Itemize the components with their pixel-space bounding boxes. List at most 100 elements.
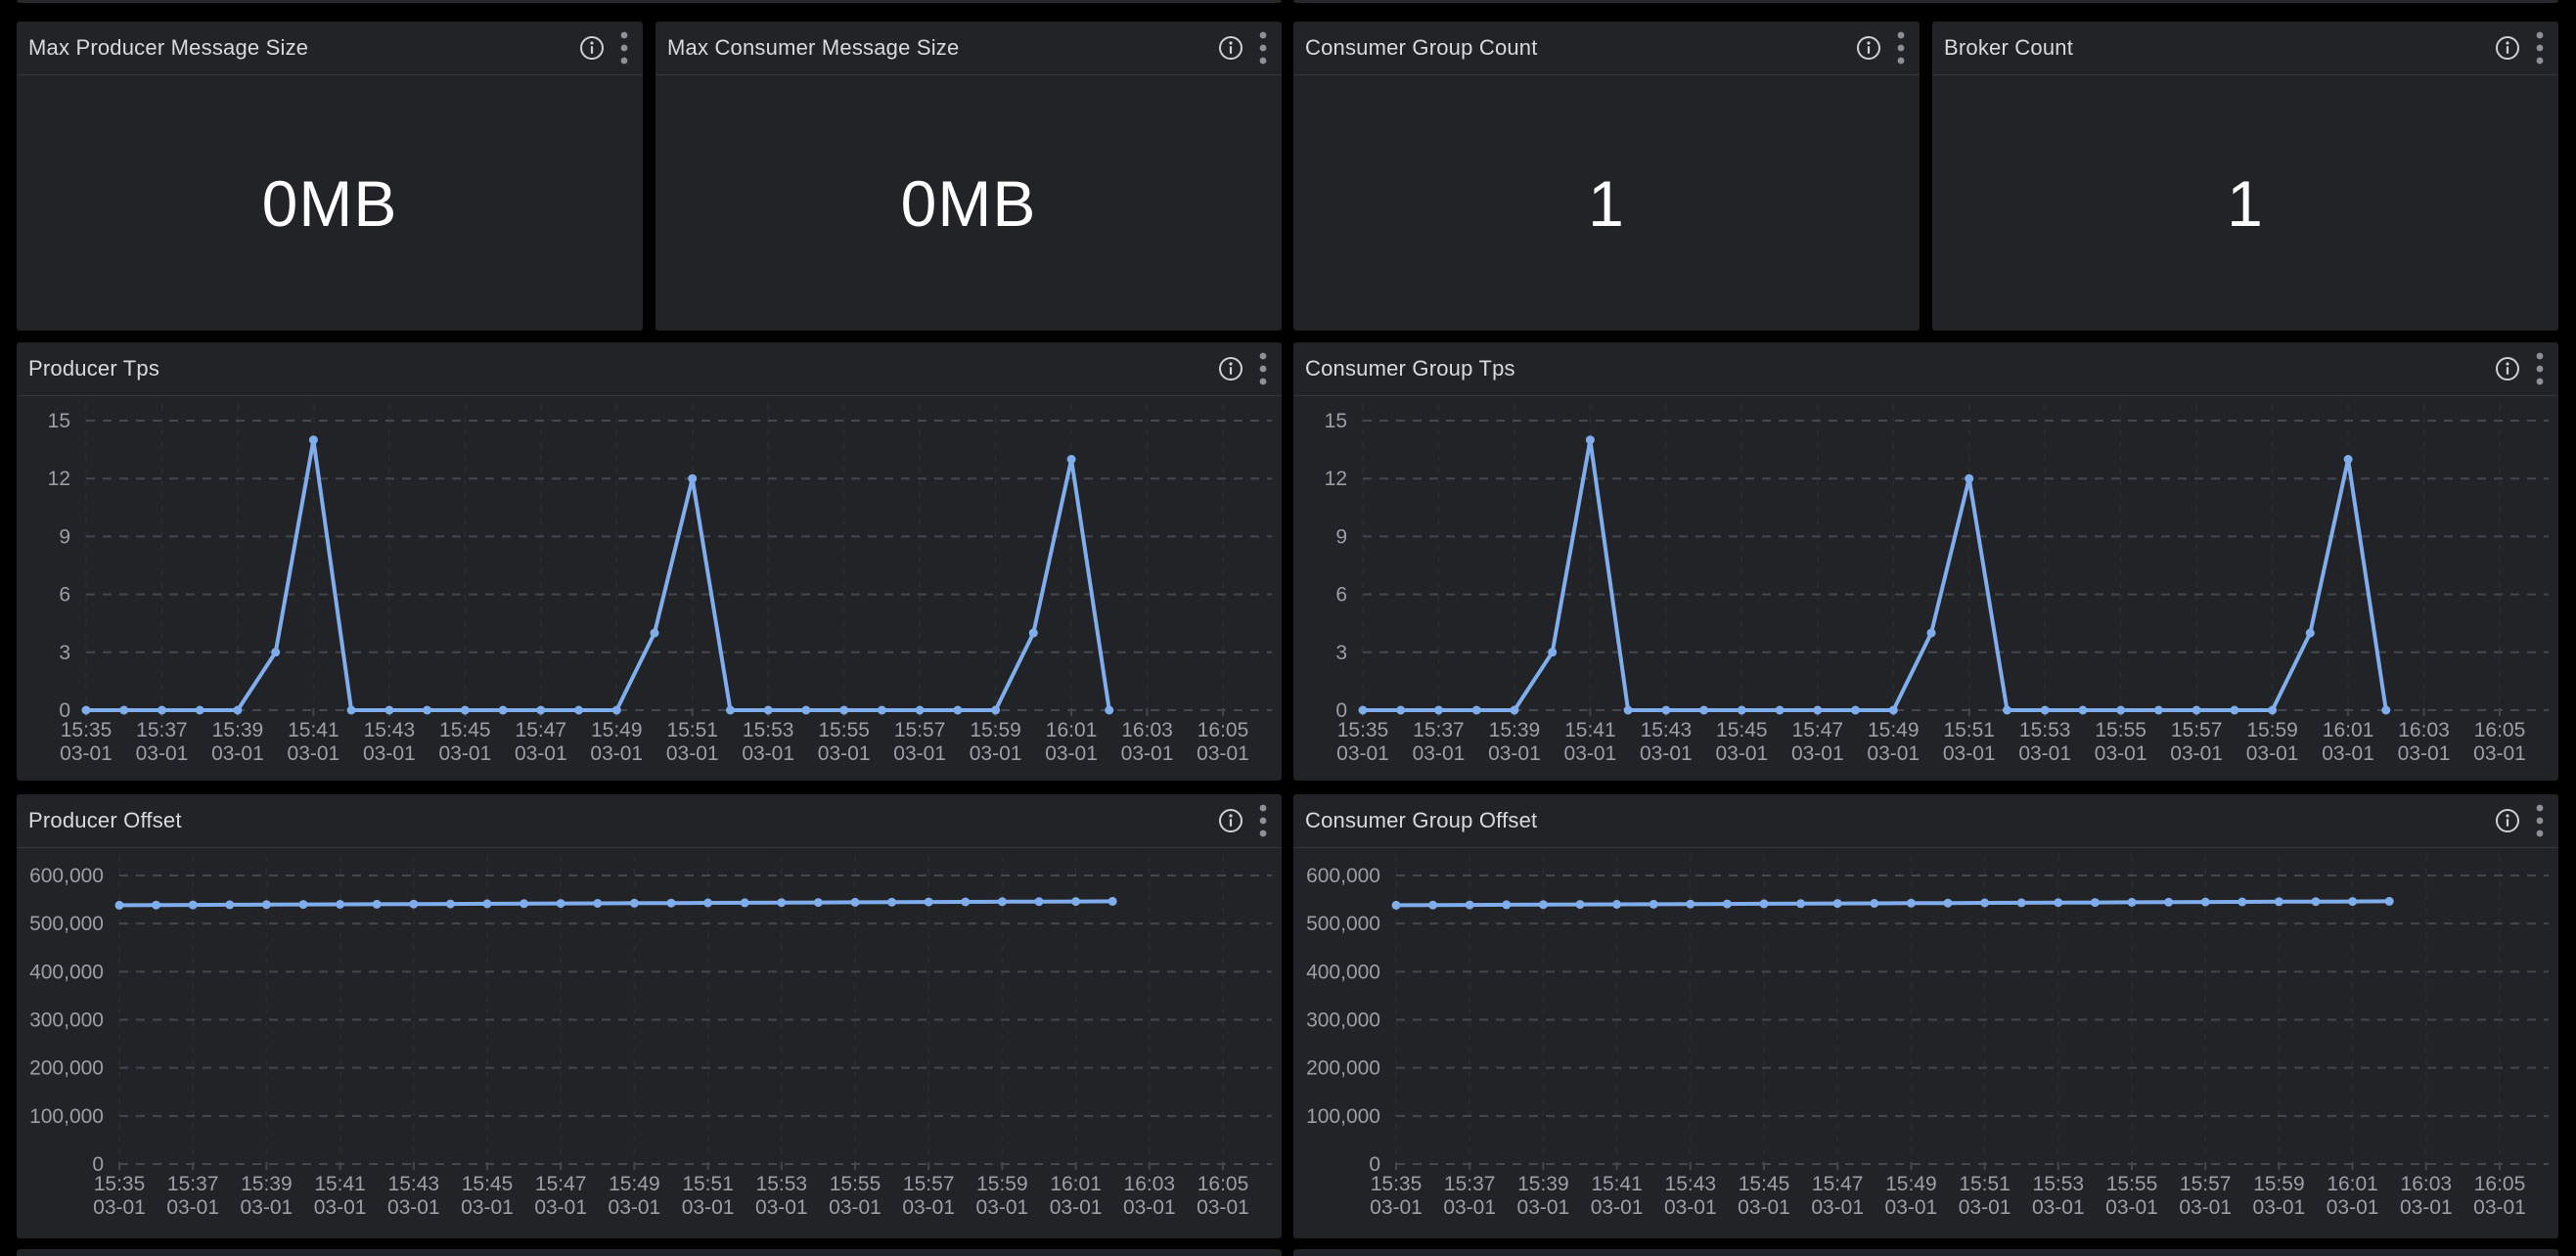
stat-value: 1 <box>2227 166 2264 241</box>
svg-text:9: 9 <box>59 525 70 548</box>
svg-text:03-01: 03-01 <box>2170 742 2223 765</box>
svg-text:16:03: 16:03 <box>1124 1173 1176 1195</box>
svg-text:03-01: 03-01 <box>387 1196 440 1219</box>
svg-text:12: 12 <box>1325 468 1347 490</box>
svg-text:15:45: 15:45 <box>1716 719 1768 741</box>
panel-header-actions <box>1856 30 1906 66</box>
kebab-menu-icon[interactable] <box>1258 351 1268 386</box>
svg-text:15:37: 15:37 <box>167 1173 219 1195</box>
svg-text:03-01: 03-01 <box>2179 1196 2232 1219</box>
svg-text:3: 3 <box>59 642 70 664</box>
svg-text:03-01: 03-01 <box>1370 1196 1423 1219</box>
svg-text:03-01: 03-01 <box>682 1196 735 1219</box>
svg-text:15:37: 15:37 <box>1413 719 1465 741</box>
svg-text:03-01: 03-01 <box>534 1196 587 1219</box>
info-circle-icon[interactable] <box>2495 35 2520 61</box>
timeseries-chart-producer-offset[interactable]: 0100,000200,000300,000400,000500,000600,… <box>17 848 1282 1238</box>
svg-text:03-01: 03-01 <box>1197 1196 1249 1219</box>
kebab-menu-icon[interactable] <box>2535 803 2545 838</box>
partial-panel-below-right <box>1293 1249 2558 1256</box>
svg-text:15:43: 15:43 <box>1641 719 1693 741</box>
info-circle-icon[interactable] <box>579 35 605 61</box>
svg-text:16:01: 16:01 <box>1050 1173 1102 1195</box>
svg-text:03-01: 03-01 <box>136 742 189 765</box>
kebab-menu-icon[interactable] <box>1896 30 1906 66</box>
svg-text:03-01: 03-01 <box>2246 742 2299 765</box>
svg-text:15:35: 15:35 <box>1337 719 1389 741</box>
svg-text:03-01: 03-01 <box>970 742 1022 765</box>
svg-text:03-01: 03-01 <box>461 1196 514 1219</box>
svg-text:100,000: 100,000 <box>29 1105 104 1128</box>
info-circle-icon[interactable] <box>1218 356 1243 381</box>
stat-value: 0MB <box>901 166 1037 241</box>
timeseries-chart-consumer-group-offset[interactable]: 0100,000200,000300,000400,000500,000600,… <box>1293 848 2558 1238</box>
kebab-menu-icon[interactable] <box>619 30 629 66</box>
timeseries-chart-consumer-group-tps[interactable]: 0369121515:3503-0115:3703-0115:3903-0115… <box>1293 396 2558 781</box>
svg-text:15:55: 15:55 <box>2106 1173 2158 1195</box>
svg-text:500,000: 500,000 <box>1306 913 1380 935</box>
svg-text:16:01: 16:01 <box>2327 1173 2378 1195</box>
svg-text:15:41: 15:41 <box>1564 719 1616 741</box>
svg-text:15:47: 15:47 <box>1812 1173 1864 1195</box>
svg-text:15: 15 <box>1325 410 1347 432</box>
svg-text:15:57: 15:57 <box>2171 719 2223 741</box>
kebab-menu-icon[interactable] <box>1258 803 1268 838</box>
panel-consumer-group-offset: Consumer Group Offset 0100,000200,000300… <box>1293 794 2558 1238</box>
panel-max-consumer-message-size: Max Consumer Message Size 0MB <box>655 22 1282 331</box>
svg-text:15:53: 15:53 <box>2033 1173 2085 1195</box>
svg-text:03-01: 03-01 <box>2398 742 2451 765</box>
info-circle-icon[interactable] <box>2495 356 2520 381</box>
svg-text:03-01: 03-01 <box>818 742 871 765</box>
svg-text:15:53: 15:53 <box>2019 719 2071 741</box>
kebab-menu-icon[interactable] <box>2535 30 2545 66</box>
svg-text:03-01: 03-01 <box>902 1196 955 1219</box>
svg-text:15:39: 15:39 <box>212 719 264 741</box>
svg-text:16:03: 16:03 <box>1121 719 1173 741</box>
svg-text:12: 12 <box>48 468 70 490</box>
chart-canvas: 0100,000200,000300,000400,000500,000600,… <box>17 848 1282 1238</box>
svg-text:03-01: 03-01 <box>2105 1196 2158 1219</box>
svg-text:03-01: 03-01 <box>755 1196 808 1219</box>
svg-text:03-01: 03-01 <box>1123 1196 1176 1219</box>
info-circle-icon[interactable] <box>2495 808 2520 833</box>
stat-value: 1 <box>1588 166 1625 241</box>
kebab-menu-icon[interactable] <box>2535 351 2545 386</box>
svg-text:15:49: 15:49 <box>1885 1173 1937 1195</box>
info-circle-icon[interactable] <box>1218 35 1243 61</box>
chart-canvas: 0100,000200,000300,000400,000500,000600,… <box>1293 848 2558 1238</box>
svg-text:15:51: 15:51 <box>682 1173 734 1195</box>
panel-title: Producer Tps <box>28 356 159 381</box>
svg-text:16:05: 16:05 <box>2474 1173 2526 1195</box>
svg-text:03-01: 03-01 <box>742 742 794 765</box>
svg-text:15:45: 15:45 <box>1739 1173 1790 1195</box>
panel-header-actions <box>2495 351 2545 386</box>
panel-title: Producer Offset <box>28 808 182 833</box>
panel-header: Broker Count <box>1932 22 2558 75</box>
svg-text:16:05: 16:05 <box>1198 1173 1249 1195</box>
svg-text:03-01: 03-01 <box>2400 1196 2453 1219</box>
svg-text:03-01: 03-01 <box>1121 742 1174 765</box>
panel-title: Broker Count <box>1944 35 2073 61</box>
panel-broker-count: Broker Count 1 <box>1932 22 2558 331</box>
svg-text:15:51: 15:51 <box>666 719 718 741</box>
panel-header-actions <box>2495 803 2545 838</box>
svg-text:15:35: 15:35 <box>1371 1173 1423 1195</box>
panel-header-actions <box>1218 351 1268 386</box>
svg-text:03-01: 03-01 <box>1640 742 1693 765</box>
svg-text:03-01: 03-01 <box>1443 1196 1496 1219</box>
svg-text:03-01: 03-01 <box>363 742 416 765</box>
panel-header: Producer Tps <box>17 342 1282 396</box>
svg-text:15:59: 15:59 <box>2246 719 2298 741</box>
info-circle-icon[interactable] <box>1218 808 1243 833</box>
timeseries-chart-producer-tps[interactable]: 0369121515:3503-0115:3703-0115:3903-0115… <box>17 396 1282 781</box>
stat-panel-body: 1 <box>1293 75 1920 331</box>
kebab-menu-icon[interactable] <box>1258 30 1268 66</box>
panel-title: Max Consumer Message Size <box>667 35 959 61</box>
svg-text:15:37: 15:37 <box>1444 1173 1496 1195</box>
svg-text:03-01: 03-01 <box>1045 742 1098 765</box>
panel-header: Max Producer Message Size <box>17 22 643 75</box>
svg-text:03-01: 03-01 <box>2473 742 2526 765</box>
partial-panel-above-left <box>17 0 1282 3</box>
info-circle-icon[interactable] <box>1856 35 1881 61</box>
svg-text:15:49: 15:49 <box>591 719 643 741</box>
